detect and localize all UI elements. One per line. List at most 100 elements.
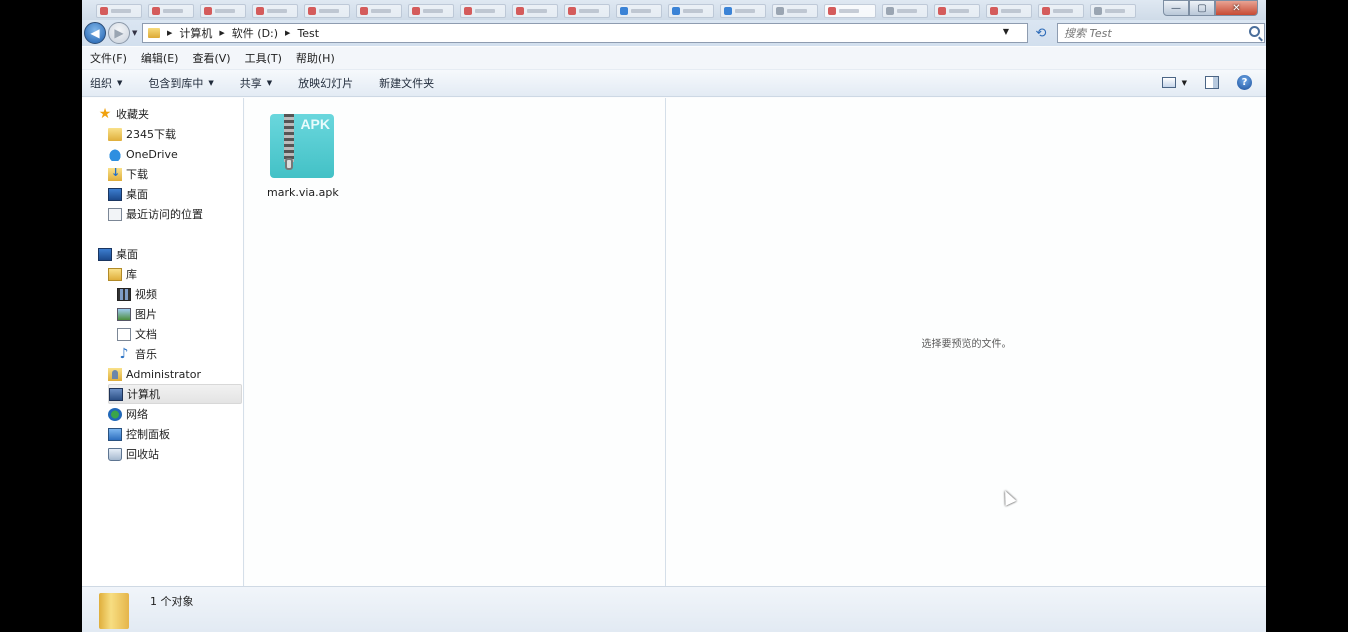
sidebar-item-onedrive[interactable]: OneDrive (108, 144, 268, 164)
sidebar-item-label: 2345下载 (126, 128, 176, 141)
zipper-pull-icon (285, 158, 293, 170)
background-tab (616, 4, 662, 18)
minimize-button[interactable]: — (1163, 0, 1189, 16)
sidebar-item-label: 图片 (135, 308, 157, 321)
forward-button[interactable]: ▶ (108, 22, 130, 44)
sidebar-item-downloads[interactable]: 下载 (108, 164, 268, 184)
menu-view[interactable]: 查看(V) (192, 50, 230, 66)
slideshow-button[interactable]: 放映幻灯片 (298, 75, 353, 91)
sidebar-item-desktop-favorite[interactable]: 桌面 (108, 184, 268, 204)
toolbar-right: ▼ ? (1161, 75, 1252, 90)
active-background-tab (824, 4, 876, 18)
title-bar: — ▢ ✕ (82, 0, 1266, 20)
sidebar-item-label: Administrator (126, 367, 201, 381)
navigation-pane: ★收藏夹 2345下载 OneDrive 下载 桌面 最近访问的位置 桌面 库 … (82, 98, 244, 586)
folder-icon (148, 28, 160, 38)
chevron-down-icon: ▼ (208, 79, 214, 87)
sidebar-item-recycle-bin[interactable]: 回收站 (108, 444, 268, 464)
sidebar-item-label: 计算机 (127, 388, 160, 401)
breadcrumb-computer[interactable]: 计算机 (179, 25, 212, 41)
address-bar[interactable]: ▶ 计算机 ▶ 软件 (D:) ▶ Test ▼ (142, 23, 1028, 43)
file-list[interactable]: APK mark.via.apk (245, 98, 665, 586)
background-tab (1038, 4, 1084, 18)
video-icon (117, 287, 131, 301)
download-folder-icon (108, 166, 122, 181)
background-tab (304, 4, 350, 18)
share-label: 共享 (239, 77, 262, 90)
sidebar-item-label: 文档 (135, 328, 157, 341)
music-note-icon: ♪ (119, 345, 129, 362)
include-in-library-label: 包含到库中 (148, 77, 204, 90)
command-bar: 组织 ▼ 包含到库中 ▼ 共享 ▼ 放映幻灯片 新建文件夹 ▼ ? (82, 69, 1266, 97)
sidebar-item-label: 回收站 (126, 448, 159, 461)
preview-pane: 选择要预览的文件。 (665, 98, 1266, 586)
menu-tools[interactable]: 工具(T) (245, 50, 282, 66)
background-tab (668, 4, 714, 18)
sidebar-item-2345-downloads[interactable]: 2345下载 (108, 124, 268, 144)
maximize-button[interactable]: ▢ (1189, 0, 1215, 16)
sidebar-item-desktop[interactable]: 桌面 (98, 244, 258, 264)
sidebar-item-computer[interactable]: 计算机 (108, 384, 242, 404)
sidebar-item-favorites[interactable]: ★ 收藏夹 (98, 104, 258, 124)
background-tab (564, 4, 610, 18)
back-button[interactable]: ◀ (84, 22, 106, 44)
sidebar-item-libraries[interactable]: 库 (108, 264, 268, 284)
cloud-icon (108, 147, 122, 161)
breadcrumb-test[interactable]: Test (297, 27, 319, 40)
sidebar-item-network[interactable]: 网络 (108, 404, 268, 424)
details-pane: 1 个对象 (82, 586, 1266, 632)
user-folder-icon (108, 367, 122, 381)
control-panel-icon (108, 427, 122, 441)
background-tab (986, 4, 1032, 18)
chevron-right-icon[interactable]: ▶ (167, 29, 172, 37)
menu-help[interactable]: 帮助(H) (296, 50, 335, 66)
background-tab (356, 4, 402, 18)
sidebar-item-label: 收藏夹 (116, 108, 149, 121)
recent-places-icon (108, 207, 122, 221)
document-icon (117, 327, 131, 341)
menu-bar: 文件(F) 编辑(E) 查看(V) 工具(T) 帮助(H) (82, 47, 1266, 69)
change-view-icon[interactable] (1161, 77, 1176, 88)
sidebar-item-recent-places[interactable]: 最近访问的位置 (108, 204, 268, 224)
sidebar-item-label: OneDrive (126, 147, 178, 161)
chevron-right-icon[interactable]: ▶ (219, 29, 224, 37)
folder-icon (108, 127, 122, 141)
close-button[interactable]: ✕ (1215, 0, 1258, 16)
chevron-down-icon: ▼ (117, 79, 123, 87)
breadcrumb-drive-d[interactable]: 软件 (D:) (232, 25, 278, 41)
network-icon (108, 407, 122, 421)
sidebar-item-label: 音乐 (135, 348, 157, 361)
background-tab (512, 4, 558, 18)
sidebar-item-label: 控制面板 (126, 428, 170, 441)
organize-button[interactable]: 组织 ▼ (90, 75, 122, 91)
window-controls: — ▢ ✕ (1163, 0, 1258, 16)
file-item-mark-via-apk[interactable]: APK mark.via.apk (267, 112, 339, 204)
organize-label: 组织 (90, 77, 112, 90)
recycle-bin-icon (108, 447, 122, 461)
share-button[interactable]: 共享 ▼ (240, 75, 272, 91)
new-folder-button[interactable]: 新建文件夹 (379, 75, 434, 91)
search-input[interactable] (1058, 24, 1238, 42)
library-icon (108, 267, 122, 281)
refresh-button[interactable]: ⟲ (1030, 23, 1052, 43)
menu-file[interactable]: 文件(F) (90, 50, 127, 66)
background-tab (408, 4, 454, 18)
search-icon[interactable] (1249, 26, 1260, 37)
help-icon[interactable]: ? (1237, 75, 1252, 90)
preview-pane-icon[interactable] (1205, 76, 1219, 89)
file-name: mark.via.apk (267, 186, 339, 199)
include-in-library-button[interactable]: 包含到库中 ▼ (148, 75, 213, 91)
view-options-dropdown[interactable]: ▼ (1182, 79, 1187, 87)
address-history-dropdown[interactable]: ▼ (1003, 27, 1009, 36)
sidebar-item-administrator[interactable]: Administrator (108, 364, 268, 384)
apk-file-icon: APK (270, 114, 334, 178)
background-tab (252, 4, 298, 18)
computer-icon (109, 387, 123, 401)
recent-pages-dropdown[interactable]: ▼ (132, 29, 137, 37)
sidebar-item-control-panel[interactable]: 控制面板 (108, 424, 268, 444)
chevron-right-icon[interactable]: ▶ (285, 29, 290, 37)
menu-edit[interactable]: 编辑(E) (141, 50, 179, 66)
background-tab (1090, 4, 1136, 18)
background-tab (96, 4, 142, 18)
zipper-icon (284, 114, 294, 162)
